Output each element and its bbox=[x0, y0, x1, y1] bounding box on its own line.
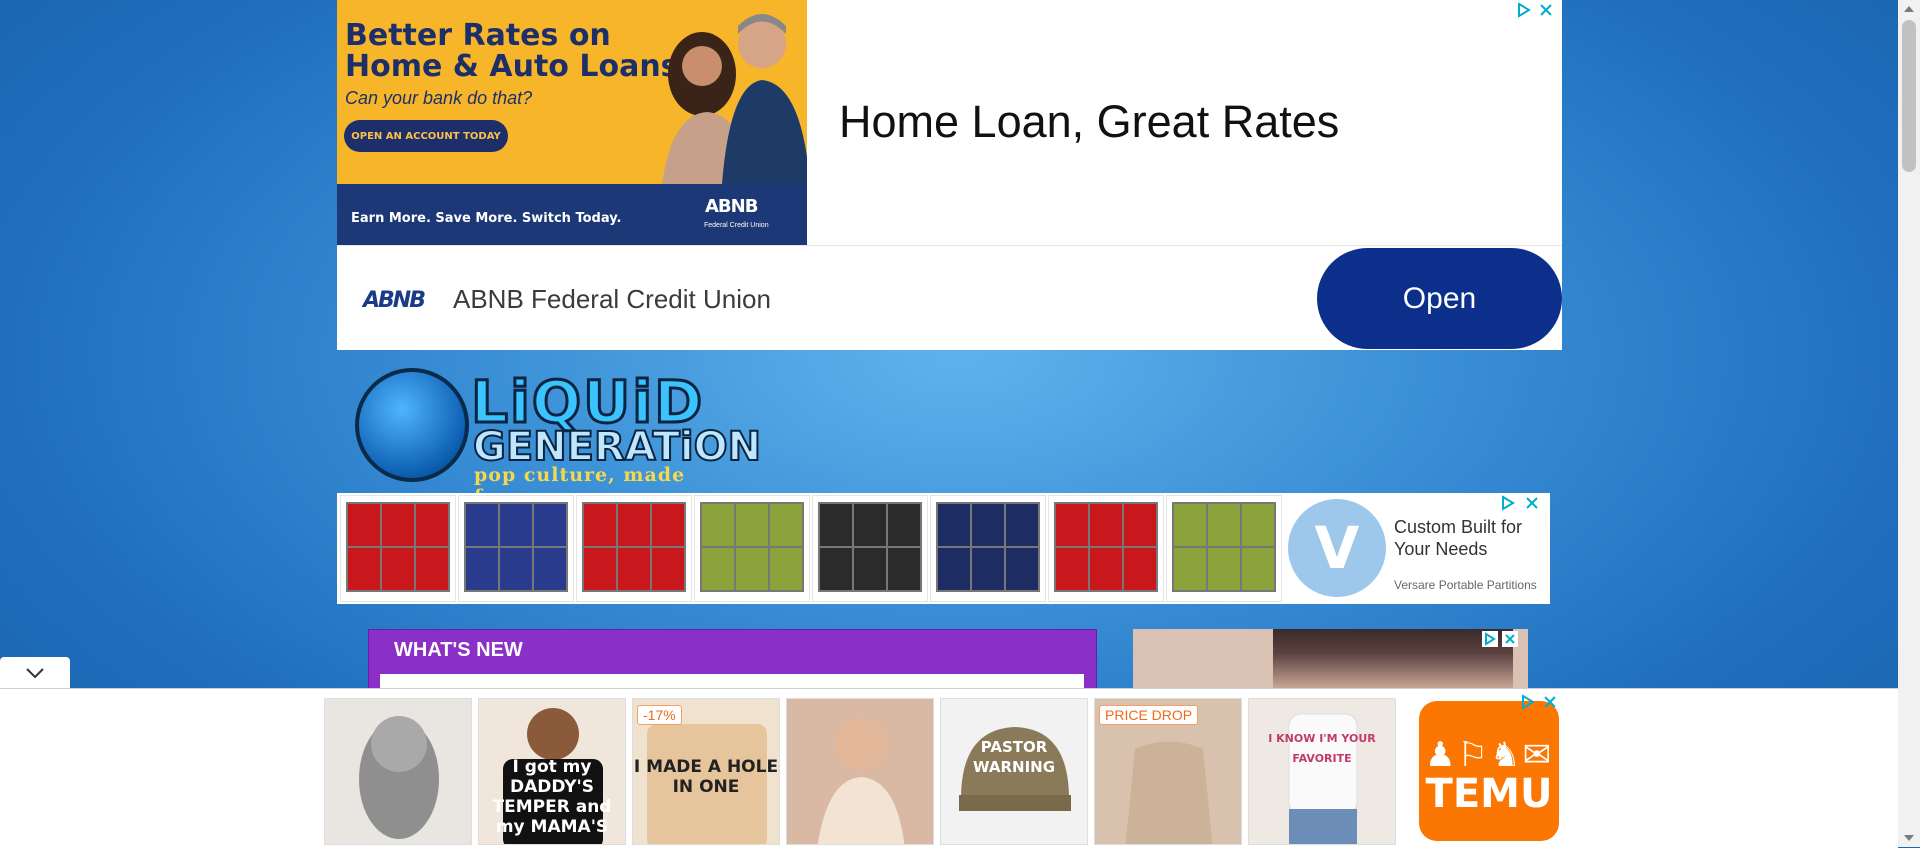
scrollbar-thumb[interactable] bbox=[1902, 20, 1916, 172]
temu-wordmark: TEMU bbox=[1425, 771, 1553, 817]
partition-product-8[interactable] bbox=[1166, 495, 1282, 602]
product-print-text: I MADE A HOLE IN ONE bbox=[633, 757, 779, 797]
close-icon[interactable] bbox=[1524, 495, 1540, 511]
product-white-crop-top[interactable]: I KNOW I'M YOUR FAVORITE bbox=[1248, 698, 1396, 845]
partition-panel-image bbox=[1172, 502, 1276, 592]
page-scrollbar[interactable] bbox=[1898, 0, 1920, 847]
ad-choices bbox=[1520, 694, 1558, 710]
open-button[interactable]: Open bbox=[1317, 248, 1562, 349]
collapse-ad-button[interactable] bbox=[0, 657, 70, 688]
close-icon[interactable] bbox=[1542, 694, 1558, 710]
partition-panel-image bbox=[936, 502, 1040, 592]
product-image bbox=[1288, 713, 1358, 844]
discount-badge: -17% bbox=[637, 705, 682, 725]
partition-panel-image bbox=[818, 502, 922, 592]
ad-banner-image[interactable]: Better Rates on Home & Auto Loans Can yo… bbox=[337, 0, 807, 245]
adchoices-icon[interactable] bbox=[1482, 631, 1498, 647]
abnb-logo-subtitle: Federal Credit Union bbox=[704, 222, 769, 229]
adchoices-icon[interactable] bbox=[1500, 495, 1516, 511]
top-banner-ad[interactable]: Better Rates on Home & Auto Loans Can yo… bbox=[337, 0, 1562, 350]
bottom-sticky-ad[interactable]: I got my DADDY'S TEMPER and my MAMA'S I M… bbox=[0, 688, 1898, 848]
banner-footer: Earn More. Save More. Switch Today. ABNB… bbox=[337, 184, 807, 245]
partition-panel-image bbox=[1054, 502, 1158, 592]
product-hole-in-one-tshirt[interactable]: I MADE A HOLE IN ONE -17% bbox=[632, 698, 780, 845]
sidebar-ad[interactable] bbox=[1133, 629, 1528, 689]
temu-logo[interactable]: ♟⚐♞✉ TEMU bbox=[1419, 701, 1559, 841]
ad-choices bbox=[1500, 495, 1540, 511]
adchoices-icon[interactable] bbox=[1516, 2, 1532, 18]
whats-new-section: WHAT'S NEW bbox=[368, 629, 1097, 694]
product-kids-tshirt[interactable]: I got my DADDY'S TEMPER and my MAMA'S bbox=[478, 698, 626, 845]
ad-model-photo bbox=[1273, 629, 1513, 689]
couple-photo bbox=[662, 14, 807, 184]
partition-panel-image bbox=[346, 502, 450, 592]
partition-product-6[interactable] bbox=[930, 495, 1046, 602]
product-print-text: I got my DADDY'S TEMPER and my MAMA'S bbox=[492, 757, 612, 837]
open-account-button[interactable]: OPEN AN ACCOUNT TODAY bbox=[344, 120, 508, 152]
banner-subtitle: Can your bank do that? bbox=[345, 88, 533, 108]
scroll-down-arrow-icon[interactable] bbox=[1904, 835, 1914, 841]
adchoices-icon[interactable] bbox=[1520, 694, 1536, 710]
partition-product-5[interactable] bbox=[812, 495, 928, 602]
partition-panel-image bbox=[700, 502, 804, 592]
temu-icons: ♟⚐♞✉ bbox=[1425, 735, 1553, 775]
partition-ad-headline[interactable]: Custom Built for Your Needs bbox=[1394, 516, 1534, 560]
discount-badge: PRICE DROP bbox=[1099, 705, 1199, 725]
partition-product-1[interactable] bbox=[340, 495, 456, 602]
partition-product-7[interactable] bbox=[1048, 495, 1164, 602]
advertiser-logo: ABNB bbox=[363, 288, 426, 313]
partition-panel-image bbox=[464, 502, 568, 592]
product-knit-halter-top[interactable]: PRICE DROP bbox=[1094, 698, 1242, 845]
partition-panel-image bbox=[582, 502, 686, 592]
partition-product-2[interactable] bbox=[458, 495, 574, 602]
ad-choices bbox=[1516, 2, 1554, 18]
partition-ad-advertiser: Versare Portable Partitions bbox=[1394, 578, 1537, 592]
close-icon[interactable] bbox=[1502, 631, 1518, 647]
abnb-logo: ABNB bbox=[705, 196, 758, 217]
partition-product-4[interactable] bbox=[694, 495, 810, 602]
advertiser-row: ABNB ABNB Federal Credit Union Open bbox=[337, 245, 1562, 351]
product-print-text: I KNOW I'M YOUR FAVORITE bbox=[1268, 732, 1376, 765]
close-icon[interactable] bbox=[1538, 2, 1554, 18]
ad-headline[interactable]: Home Loan, Great Rates bbox=[839, 96, 1339, 148]
whats-new-title: WHAT'S NEW bbox=[394, 639, 523, 661]
partition-ad[interactable]: V Custom Built for Your Needs Versare Po… bbox=[337, 493, 1550, 604]
advertiser-name: ABNB Federal Credit Union bbox=[453, 284, 771, 314]
product-image bbox=[817, 718, 905, 844]
banner-headline: Better Rates on Home & Auto Loans bbox=[345, 18, 679, 84]
ad-choices bbox=[1482, 631, 1518, 647]
product-woman-camisole[interactable] bbox=[786, 698, 934, 845]
chevron-down-icon bbox=[26, 667, 44, 678]
smiley-mascot-icon bbox=[355, 368, 469, 482]
site-logo[interactable]: LiQUiD GENERATiON pop culture, made funn… bbox=[353, 358, 762, 508]
banner-tagline: Earn More. Save More. Switch Today. bbox=[351, 211, 622, 226]
product-pastor-cap[interactable]: PASTOR WARNING bbox=[940, 698, 1088, 845]
product-print-text: PASTOR WARNING bbox=[972, 738, 1056, 776]
product-image bbox=[359, 716, 439, 839]
versare-logo: V bbox=[1288, 499, 1386, 597]
partition-product-3[interactable] bbox=[576, 495, 692, 602]
scroll-up-arrow-icon[interactable] bbox=[1904, 6, 1914, 12]
product-cat-face-mask[interactable] bbox=[324, 698, 472, 845]
